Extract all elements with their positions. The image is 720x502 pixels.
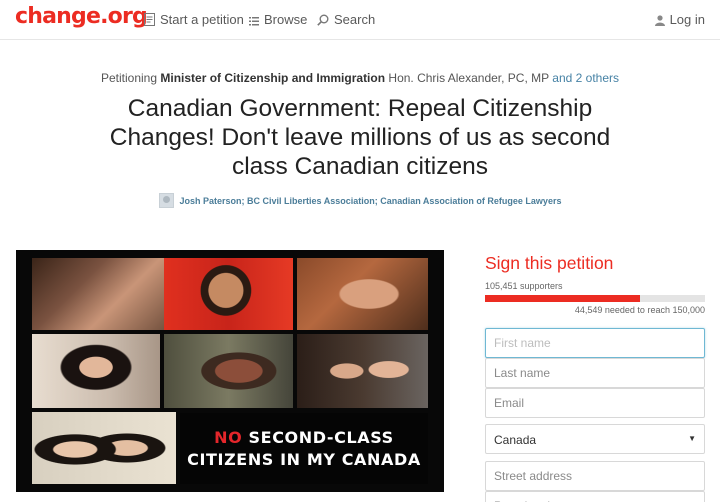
supporters-count: 105,451 supporters [485, 281, 563, 291]
collage-photo-girl-red [164, 258, 293, 330]
nav-login-label: Log in [669, 12, 705, 27]
banner-line-1-text: SECOND-CLASS [242, 427, 394, 447]
signature-progress-bar [485, 295, 705, 302]
collage-photo-man-smiling [297, 258, 428, 330]
street-address-field[interactable] [485, 461, 705, 491]
signature-progress-fill [485, 295, 640, 302]
collage-photo-woman-dark-hair [32, 334, 160, 408]
nav-search-label: Search [334, 12, 376, 27]
collage-photo-two-women [297, 334, 428, 408]
first-name-field[interactable] [485, 328, 705, 358]
petition-target-primary: Minister of Citizenship and Immigration [160, 71, 386, 85]
collage-photo-two-asian-women [32, 412, 176, 484]
nav-search[interactable]: Search [317, 12, 375, 27]
banner-line-1: NO SECOND-CLASS [214, 427, 394, 449]
change-org-logo[interactable]: change.org [15, 4, 148, 29]
collage-photo-man-sunglasses [164, 334, 293, 408]
top-navigation-bar: change.org Start a petition Browse Searc… [0, 0, 720, 40]
email-field[interactable] [485, 388, 705, 418]
search-icon [317, 14, 329, 26]
sign-petition-heading: Sign this petition [485, 253, 614, 273]
last-name-field[interactable] [485, 358, 705, 388]
nav-login[interactable]: Log in [654, 12, 705, 27]
country-select[interactable]: Canada ▼ [485, 424, 705, 454]
chevron-down-icon: ▼ [688, 434, 696, 443]
nav-start-petition-label: Start a petition [160, 12, 244, 27]
banner-line-2: CITIZENS IN MY CANADA [187, 449, 421, 469]
others-link[interactable]: and 2 others [552, 71, 619, 85]
signatures-needed: 44,549 needed to reach 150,000 [574, 305, 705, 315]
nav-start-petition[interactable]: Start a petition [144, 12, 244, 27]
author-avatar [158, 193, 174, 208]
collage-photo-woman-smiling [32, 258, 175, 330]
banner-no: NO [214, 427, 243, 447]
petitioning-prefix: Petitioning [100, 71, 158, 85]
nav-browse-label: Browse [264, 12, 308, 27]
collage-banner: NO SECOND-CLASS CITIZENS IN MY CANADA [180, 413, 428, 484]
author-names: Josh Paterson; BC Civil Liberties Associ… [179, 196, 562, 206]
postal-code-field[interactable] [485, 491, 705, 502]
petitioning-line: Petitioning Minister of Citizenship and … [0, 71, 720, 85]
petition-title: Canadian Government: Repeal Citizenship … [109, 95, 611, 180]
list-icon [249, 17, 259, 26]
petition-target-rest: Hon. Chris Alexander, PC, MP [388, 71, 549, 85]
petition-doc-icon [144, 13, 155, 26]
petition-image: NO SECOND-CLASS CITIZENS IN MY CANADA [16, 250, 444, 492]
country-select-value: Canada [494, 433, 537, 447]
user-icon [654, 15, 665, 26]
petition-authors[interactable]: Josh Paterson; BC Civil Liberties Associ… [0, 193, 720, 208]
nav-browse[interactable]: Browse [249, 12, 307, 27]
